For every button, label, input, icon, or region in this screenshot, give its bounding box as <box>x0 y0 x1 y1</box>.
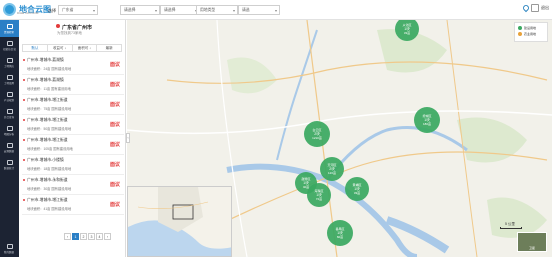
price-badge: 面议 <box>109 202 120 208</box>
status-select[interactable]: 请选 ▾ <box>238 5 280 15</box>
stats-icon <box>6 159 13 165</box>
sort-tabs: 默认 收益可 ↓ 面积可 ↓ 最新 <box>22 44 122 52</box>
user-icon[interactable] <box>531 4 539 12</box>
logout-link[interactable]: 退出 <box>541 5 549 11</box>
page-button[interactable]: 2 <box>80 233 87 240</box>
result-panel: 广东省广州市 为您找到73家地 默认 收益可 ↓ 面积可 ↓ 最新 广州市-增城… <box>19 20 126 257</box>
legend-item: 建设用地 <box>518 26 544 30</box>
map-cluster[interactable]: 增城区 1块 180亩 <box>414 107 440 133</box>
nav-item-query[interactable]: 综合查询 <box>0 105 19 122</box>
panel-header: 广东省广州市 为您找到73家地 <box>19 20 126 45</box>
price-badge: 面议 <box>109 122 120 128</box>
pagination: ‹ 1 2 3 4 › <box>64 233 111 240</box>
nav-item-auction[interactable]: 招拍挂信息 <box>0 37 19 54</box>
location-icon[interactable] <box>521 3 531 13</box>
tab-revenue[interactable]: 收益可 ↓ <box>48 45 73 51</box>
top-right-actions: 退出 <box>521 3 549 13</box>
map-pin-icon <box>56 24 60 28</box>
scale-label: 5 公里 <box>505 222 515 226</box>
tab-default[interactable]: 默认 <box>23 45 48 51</box>
price-badge: 面议 <box>109 102 120 108</box>
tab-newest[interactable]: 最新 <box>97 45 121 51</box>
chart-icon <box>6 142 13 148</box>
list-item[interactable]: 广州市-增城市-永和街道 地块面积：30亩 国有建设用地 面议 <box>22 175 124 195</box>
tab-area[interactable]: 面积可 ↓ <box>73 45 98 51</box>
list-item[interactable]: 广州市-增城市-增江街道 地块面积：41亩 国有建设用地 面议 <box>22 195 124 215</box>
panel-subtitle: 为您找到73家地 <box>57 31 82 35</box>
nav-item-usage[interactable]: 土地使用 <box>0 71 19 88</box>
folder-icon <box>6 243 13 249</box>
page-next-button[interactable]: › <box>104 233 111 240</box>
price-badge: 面议 <box>109 62 120 68</box>
result-list: 广州市-增城市-荔湖镇 地块面积：24亩 国有建设用地 面议 广州市-增城市-荔湖镇… <box>22 55 124 215</box>
list-item[interactable]: 广州市-增城市-小楼镇 地块面积：18亩 国有建设用地 面议 <box>22 155 124 175</box>
price-badge: 面议 <box>109 182 120 188</box>
scale-bar <box>500 227 522 229</box>
list-item[interactable]: 广州市-增城市-增江街道 地块面积：50亩 国有建设用地 面议 <box>22 115 124 135</box>
price-badge: 面议 <box>109 142 120 148</box>
factory-icon <box>6 91 13 97</box>
page-button[interactable]: 3 <box>88 233 95 240</box>
nav-item-my-data[interactable]: 我的数据 <box>0 240 19 257</box>
type-select[interactable]: 用地类型 ▾ <box>196 5 238 15</box>
overview-minimap[interactable] <box>127 186 232 257</box>
satellite-toggle[interactable]: 卫星 <box>517 232 547 252</box>
chevron-down-icon: ▾ <box>232 8 235 13</box>
list-item[interactable]: 广州市-增城市-增江街道 地块面积：105亩 国有建设用地 面议 <box>22 135 124 155</box>
page-prev-button[interactable]: ‹ <box>64 233 71 240</box>
region-label: 选择 <box>48 8 56 13</box>
list-item[interactable]: 广州市-增城市-荔湖镇 地块面积：24亩 国有建设用地 面议 <box>22 55 124 75</box>
nav-item-search[interactable]: 资源检索 <box>0 20 19 37</box>
nav-item-stats[interactable]: 数据统计 <box>0 156 19 173</box>
map-cluster[interactable]: 海珠区 1块 72亩 <box>307 183 331 207</box>
panel-title: 广东省广州市 <box>62 25 93 31</box>
chevron-down-icon: ▾ <box>154 8 157 13</box>
legend-swatch <box>518 32 522 36</box>
supply-icon <box>6 57 13 63</box>
page-button[interactable]: 1 <box>72 233 79 240</box>
gavel-icon <box>6 40 13 46</box>
nav-item-supply[interactable]: 土地供应 <box>0 54 19 71</box>
logo-icon <box>3 3 16 16</box>
map-cluster[interactable]: 白云区 2块 1210亩 <box>304 121 330 147</box>
price-badge: 面议 <box>109 162 120 168</box>
nav-item-industry[interactable]: 产业规划 <box>0 88 19 105</box>
nav-item-map-analysis[interactable]: 地图分析 <box>0 122 19 139</box>
query-icon <box>6 108 13 114</box>
city-select[interactable]: 请选择 ▾ <box>120 5 160 15</box>
search-icon <box>6 23 13 29</box>
legend-item: 农业用地 <box>518 32 544 36</box>
nav-item-macro[interactable]: 宏观数据 <box>0 139 19 156</box>
map-cluster[interactable]: 番禺区 1块 60亩 <box>327 220 353 246</box>
left-nav: 资源检索 招拍挂信息 土地供应 土地使用 产业规划 综合查询 地图分析 宏观数据… <box>0 20 19 257</box>
price-badge: 面议 <box>109 82 120 88</box>
usage-icon <box>6 74 13 80</box>
district-select[interactable]: 请选择▾ <box>160 5 200 15</box>
list-item[interactable]: 广州市-增城市-增江街道 地块面积：75亩 国有建设用地 面议 <box>22 95 124 115</box>
app-tagline: DIHEYUN.COM <box>17 11 39 15</box>
top-bar: 地合云图 DIHEYUN.COM 选择 广东省▾ 请选择▾ 请选择▾ 用地类型▾… <box>0 0 552 20</box>
list-item[interactable]: 广州市-增城市-荔湖镇 地块面积：11亩 国有建设用地 面议 <box>22 75 124 95</box>
map-icon <box>6 125 13 131</box>
minimap-base <box>128 187 231 256</box>
chevron-down-icon: ▾ <box>92 8 95 13</box>
page-button[interactable]: 4 <box>96 233 103 240</box>
map-cluster[interactable]: 黄埔区 1块 33亩 <box>345 177 369 201</box>
map-legend: 建设用地 农业用地 <box>514 22 548 42</box>
map-cluster[interactable]: 天河区 2块 120亩 <box>320 157 344 181</box>
province-select[interactable]: 广东省 ▾ <box>58 5 98 15</box>
collapse-panel-button[interactable]: ‹ <box>126 133 130 143</box>
chevron-down-icon: ▾ <box>274 8 277 13</box>
legend-swatch <box>518 26 522 30</box>
